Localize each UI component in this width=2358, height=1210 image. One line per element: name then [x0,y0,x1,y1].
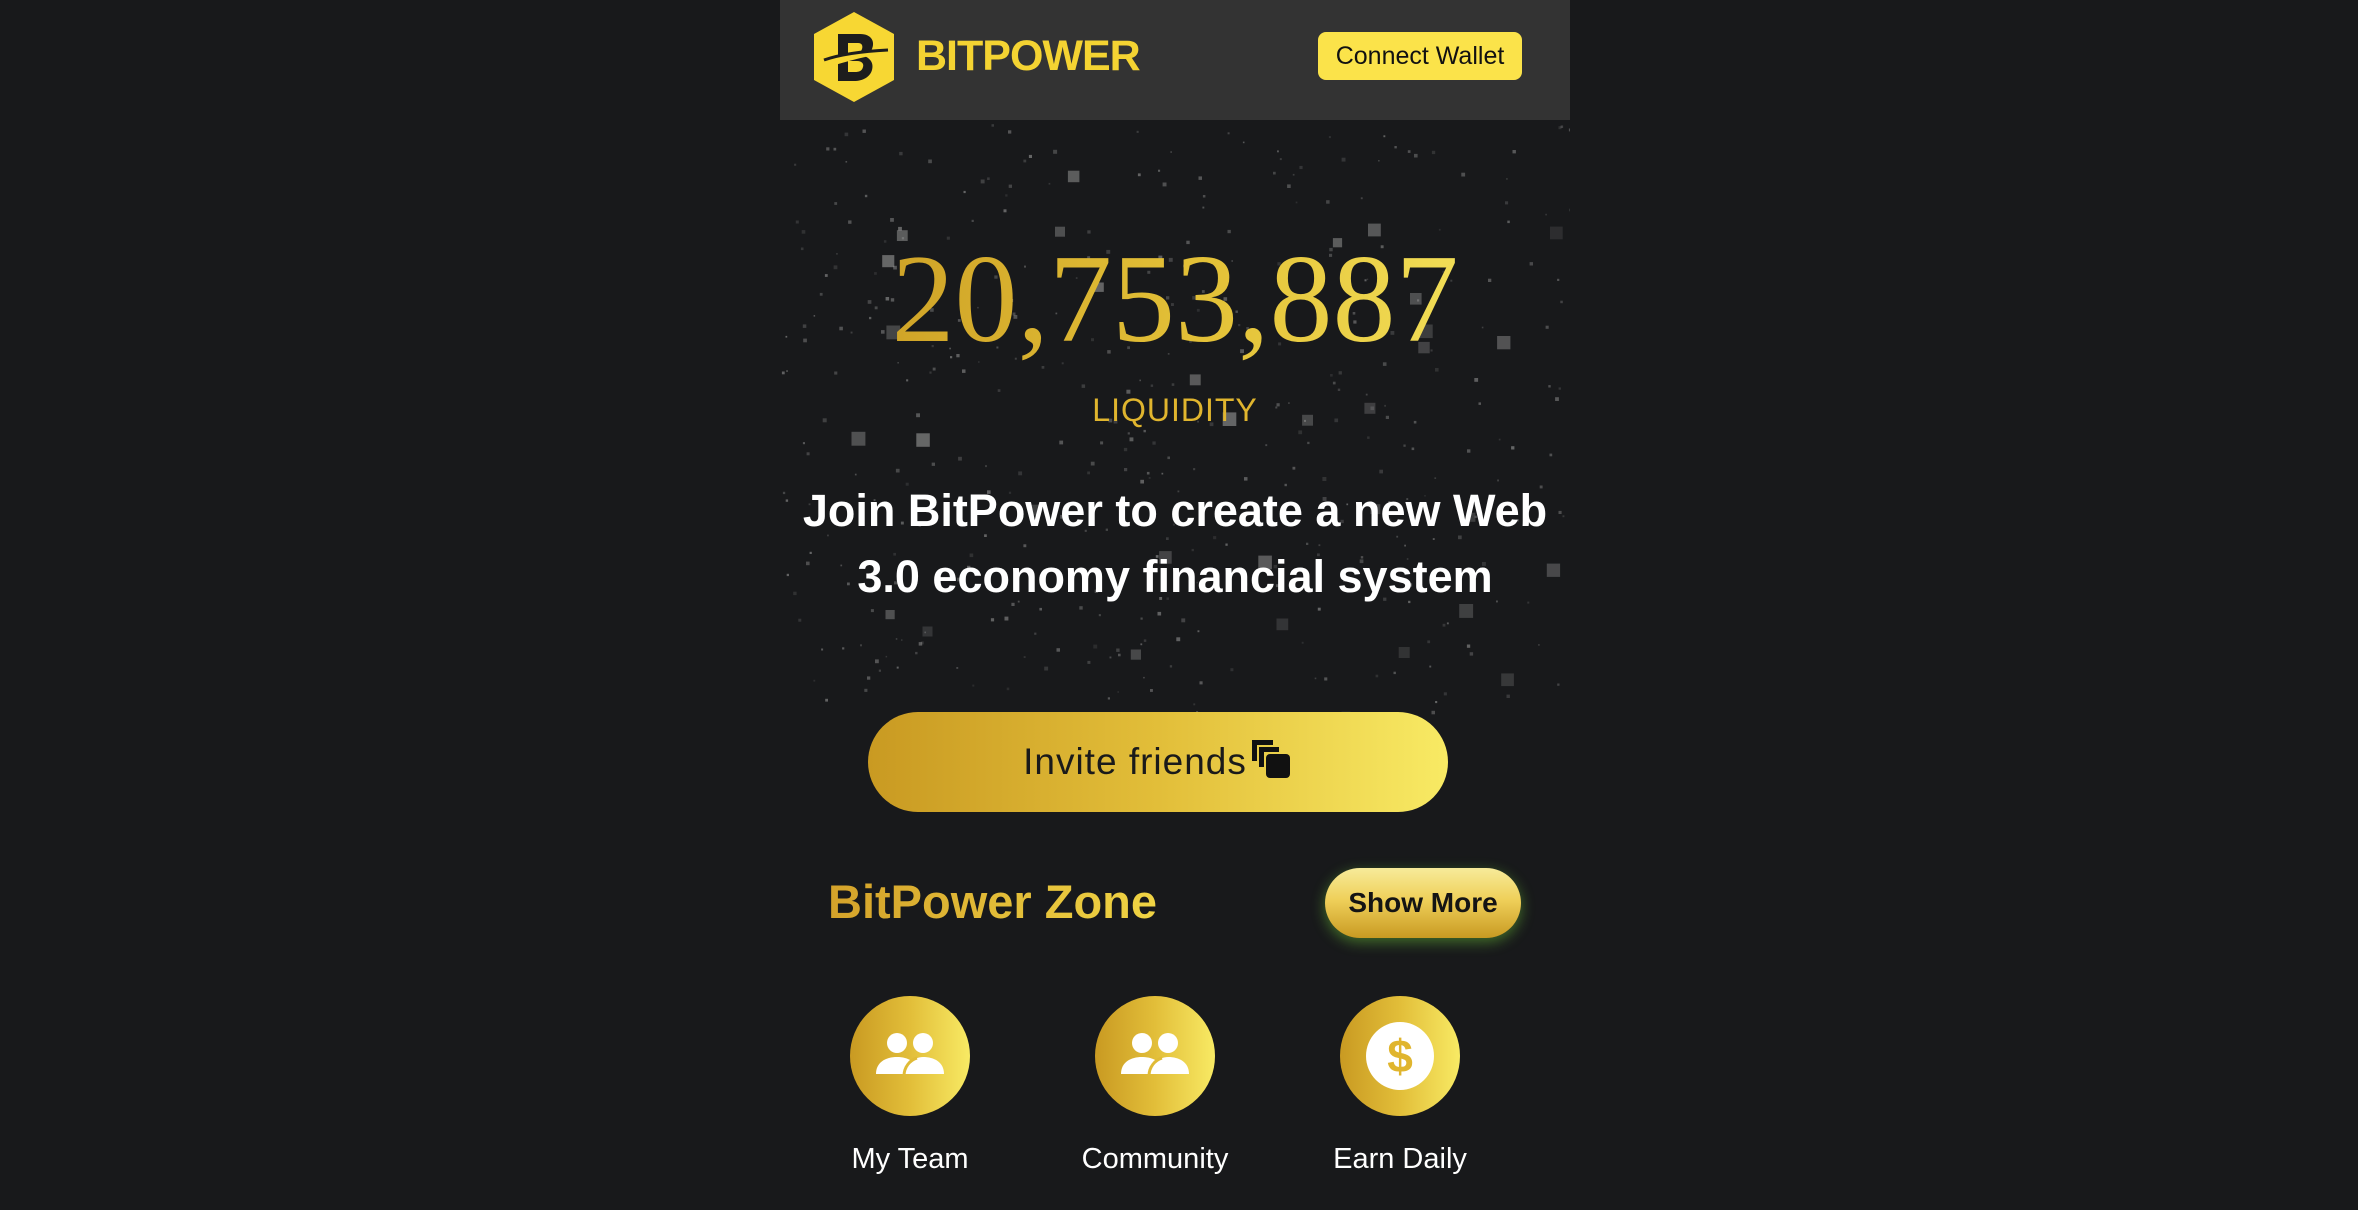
show-more-button[interactable]: Show More [1325,868,1521,938]
header: BITPOWER Connect Wallet [780,0,1570,120]
app-container: BITPOWER Connect Wallet 20,753,887 LIQUI… [780,0,1570,1210]
zone-item-my-team[interactable]: My Team [830,996,990,1176]
community-icon [1121,1033,1189,1077]
svg-text:$: $ [1387,1030,1413,1082]
team-icon [876,1033,944,1077]
liquidity-value: 20,753,887 [780,230,1570,370]
zone-icon-circle [1095,996,1215,1116]
zone-item-label: Earn Daily [1333,1143,1467,1175]
liquidity-label: LIQUIDITY [1092,392,1258,428]
brand-name: BITPOWER [916,32,1141,80]
zone-item-label: Community [1081,1143,1229,1175]
zone-item-community[interactable]: Community [1075,996,1235,1176]
dollar-icon: $ [1366,1022,1434,1090]
hero-headline-line-1: Join BitPower to create a new Web [802,485,1548,536]
invite-friends-label: Invite friends [1023,741,1247,782]
invite-friends-button[interactable]: Invite friends [868,712,1448,812]
zone-icon-circle [850,996,970,1116]
hero-headline: Join BitPower to create a new Web 3.0 ec… [780,478,1570,610]
page: BITPOWER Connect Wallet 20,753,887 LIQUI… [0,0,2358,1210]
hero-headline-line-2: 3.0 economy financial system [857,551,1493,602]
connect-wallet-button[interactable]: Connect Wallet [1318,32,1522,80]
zone-icon-circle: $ [1340,996,1460,1116]
zone-item-earn-daily[interactable]: $ Earn Daily [1320,996,1480,1176]
zone-item-label: My Team [851,1143,969,1175]
copy-icon[interactable] [1249,737,1293,781]
zone-title: BitPower Zone [828,875,1158,928]
bitpower-logo[interactable] [812,10,896,104]
